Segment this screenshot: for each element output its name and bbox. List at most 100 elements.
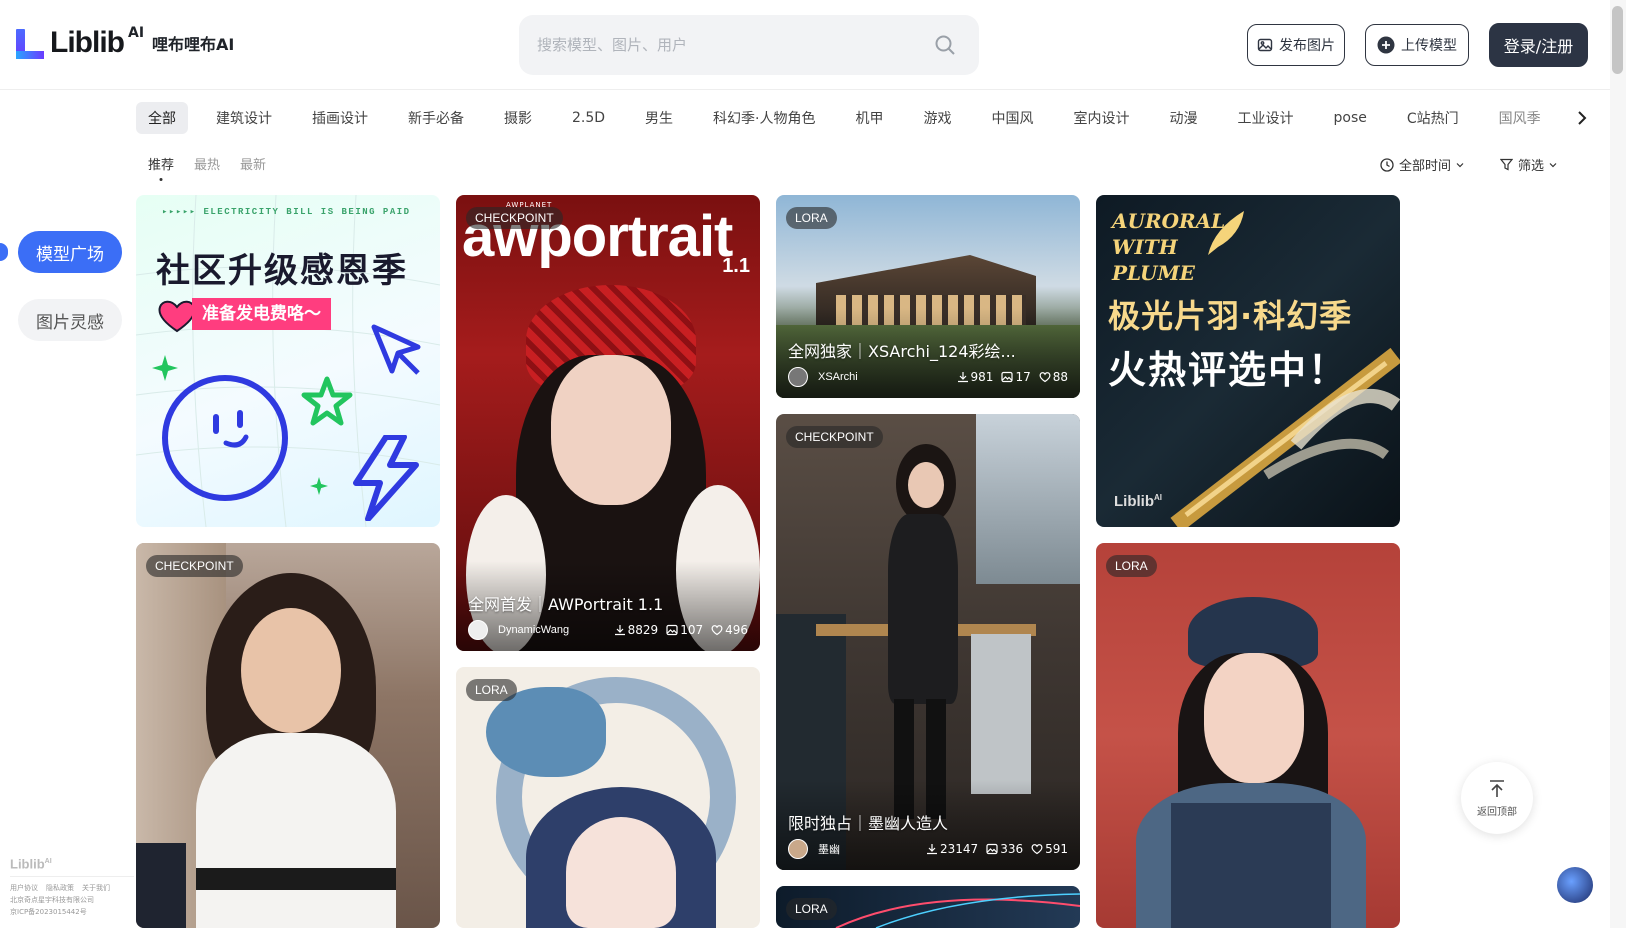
active-indicator [0, 243, 8, 261]
card-title: 全网首发｜AWPortrait 1.1 [468, 595, 664, 614]
author-name[interactable]: 墨幽 [818, 841, 918, 857]
category-item[interactable]: 科幻季·人物角色 [701, 102, 827, 134]
search-icon[interactable] [933, 33, 957, 57]
category-item[interactable]: 机甲 [844, 102, 896, 134]
footer-link-terms[interactable]: 用户协议 [10, 882, 38, 894]
chevron-down-icon [1456, 162, 1464, 167]
upload-model-button[interactable]: 上传模型 [1365, 24, 1469, 66]
category-item[interactable]: 2.5D [560, 104, 617, 132]
promo-headline: 极光片羽·科幻季 [1108, 297, 1353, 335]
model-type-badge: LORA [786, 207, 837, 229]
search-input[interactable] [537, 31, 917, 59]
model-card-awportrait[interactable]: AWPLANET awportrait 1.1 CHECKPOINT 全网首发｜… [456, 195, 760, 651]
image-count: 107 [666, 623, 703, 637]
card-meta: 墨幽 23147 336 591 [788, 839, 1068, 859]
promo-card-anniversary[interactable]: ▸▸▸▸▸ ELECTRICITY BILL IS BEING PAID 社区升… [136, 195, 440, 527]
card-meta: XSArchi 981 17 88 [788, 367, 1068, 387]
footer-link-privacy[interactable]: 隐私政策 [46, 882, 74, 894]
category-item[interactable]: 男生 [633, 102, 685, 134]
site-logo[interactable]: Liblib AI 哩布哩布AI [16, 25, 234, 60]
back-to-top-label: 返回顶部 [1477, 806, 1517, 818]
heart-icon [158, 300, 196, 333]
avatar[interactable] [468, 620, 488, 640]
model-type-badge: LORA [466, 679, 517, 701]
smiley-icon [162, 375, 288, 501]
scrollbar-thumb[interactable] [1612, 6, 1623, 74]
category-item[interactable]: 建筑设计 [204, 102, 284, 134]
model-card-police[interactable]: LORA [1096, 543, 1400, 928]
category-item[interactable]: C站热门 [1395, 102, 1471, 134]
assistant-avatar[interactable] [1557, 867, 1593, 903]
model-card-neon[interactable]: LORA [776, 886, 1080, 928]
art-version: 1.1 [722, 255, 750, 277]
promo-card-auroral[interactable]: AURORAL WITH PLUME 极光片羽·科幻季 火热评选中！ Libli… [1096, 195, 1400, 527]
heart-icon [1039, 372, 1051, 383]
download-icon [927, 844, 937, 855]
model-type-badge: LORA [1106, 555, 1157, 577]
category-item[interactable]: 中国风 [980, 102, 1046, 134]
time-filter-label: 全部时间 [1399, 159, 1452, 174]
author-name[interactable]: DynamicWang [498, 624, 606, 636]
card-image [136, 543, 440, 928]
category-item[interactable]: 国风季 [1487, 102, 1553, 134]
footer-logo: LiblibAI [10, 856, 52, 872]
like-count[interactable]: 88 [1039, 370, 1068, 384]
logo-text: Liblib [50, 26, 125, 59]
category-item[interactable]: 室内设计 [1062, 102, 1142, 134]
model-type-badge: CHECKPOINT [786, 426, 883, 448]
model-type-badge: LORA [786, 898, 837, 920]
time-filter[interactable]: 全部时间 [1380, 155, 1464, 174]
sort-tab-new[interactable]: 最新 [240, 154, 266, 173]
footer-icp[interactable]: 京ICP备2023015442号 [10, 906, 130, 918]
author-name[interactable]: XSArchi [818, 371, 949, 383]
filter-label: 筛选 [1518, 159, 1545, 174]
sidebar-item-model-square[interactable]: 模型广场 [18, 231, 122, 273]
category-item[interactable]: 游戏 [912, 102, 964, 134]
footer-link-about[interactable]: 关于我们 [82, 882, 110, 894]
category-item[interactable]: pose [1322, 104, 1379, 132]
logo-mark-icon [16, 27, 46, 59]
scrollbar-track[interactable] [1610, 0, 1626, 928]
heart-icon [1031, 844, 1043, 855]
filter-button[interactable]: 筛选 [1500, 155, 1557, 174]
feather-icon [1208, 211, 1244, 255]
category-item[interactable]: 全部 [136, 102, 188, 134]
like-count[interactable]: 496 [711, 623, 748, 637]
search-box [519, 15, 979, 75]
category-bar: 全部 建筑设计 插画设计 新手必备 摄影 2.5D 男生 科幻季·人物角色 机甲… [136, 101, 1589, 135]
avatar[interactable] [788, 839, 808, 859]
download-count: 8829 [614, 623, 658, 637]
lightning-icon [353, 435, 419, 521]
sidebar-item-image-inspiration[interactable]: 图片灵感 [18, 299, 122, 341]
publish-image-button[interactable]: 发布图片 [1247, 24, 1345, 66]
model-card-dragon[interactable]: LORA [456, 667, 760, 928]
like-count[interactable]: 591 [1031, 842, 1068, 856]
sort-tab-recommended[interactable]: 推荐 [148, 154, 174, 173]
logo-ai: AI [127, 25, 145, 41]
sparkle-icon [152, 355, 178, 381]
sort-tab-hot[interactable]: 最热 [194, 154, 220, 173]
category-item[interactable]: 摄影 [492, 102, 544, 134]
avatar[interactable] [788, 367, 808, 387]
chevron-down-icon [1549, 162, 1557, 167]
category-item[interactable]: 动漫 [1158, 102, 1210, 134]
model-card-portrait-left[interactable]: CHECKPOINT [136, 543, 440, 928]
chevron-right-icon[interactable] [1572, 108, 1592, 128]
promo-headline-2: 火热评选中！ [1108, 348, 1349, 392]
category-item[interactable]: 插画设计 [300, 102, 380, 134]
model-card-mechanic[interactable]: CHECKPOINT 限时独占｜墨幽人造人 墨幽 23147 336 591 [776, 414, 1080, 870]
clock-icon [1380, 157, 1394, 172]
back-to-top-button[interactable]: 返回顶部 [1461, 762, 1533, 834]
promo-banner-text: ▸▸▸▸▸ ELECTRICITY BILL IS BEING PAID [162, 207, 411, 217]
download-count: 23147 [926, 842, 978, 856]
download-count: 981 [957, 370, 993, 384]
model-card-xsarchi[interactable]: LORA 全网独家｜XSArchi_124彩绘... XSArchi 981 1… [776, 195, 1080, 398]
login-button[interactable]: 登录/注册 [1489, 23, 1588, 67]
divider [10, 876, 134, 877]
arrow-up-icon [1490, 779, 1504, 797]
filter-bar: 全部时间 筛选 [1380, 155, 1557, 174]
category-item[interactable]: 工业设计 [1226, 102, 1306, 134]
card-title: 全网独家｜XSArchi_124彩绘... [788, 342, 1016, 361]
star-icon [301, 376, 353, 426]
category-item[interactable]: 新手必备 [396, 102, 476, 134]
